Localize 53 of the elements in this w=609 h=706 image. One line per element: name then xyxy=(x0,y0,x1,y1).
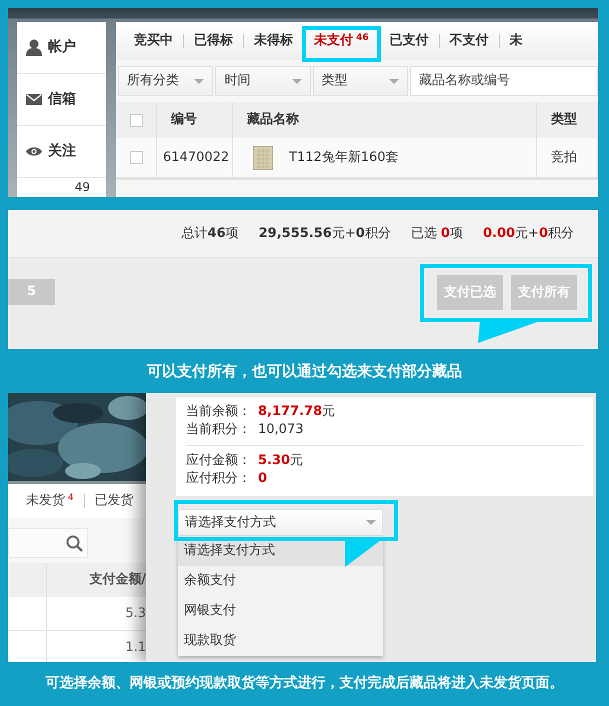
eye-icon xyxy=(26,146,42,157)
filter-select[interactable]: 类型 xyxy=(312,66,408,96)
dropdown-option[interactable]: 余额支付 xyxy=(178,566,383,596)
filter-select[interactable]: 时间 xyxy=(215,66,311,96)
caret-icon xyxy=(388,78,399,84)
field-label: 应付积分： xyxy=(186,470,252,488)
search-field[interactable]: 藏品名称或编号 xyxy=(410,66,598,96)
tab[interactable]: 未 xyxy=(500,29,533,53)
field-label: 当前余额： xyxy=(186,403,252,421)
mail-icon xyxy=(26,94,42,105)
caret-icon xyxy=(194,78,204,84)
table-cell-text: 5.3 xyxy=(125,604,146,623)
dropdown-option[interactable]: 现款取货 xyxy=(178,626,383,656)
count-label: 49 xyxy=(74,179,90,196)
checkbox[interactable] xyxy=(130,114,143,126)
search-icon xyxy=(66,534,83,552)
summary-text: 总计46项 xyxy=(182,224,239,243)
field-value: 8,177.78元 xyxy=(258,403,336,421)
caret-icon xyxy=(292,78,302,84)
search-field[interactable] xyxy=(8,528,88,558)
tab[interactable]: 未支付 $^{46}$ xyxy=(304,29,379,53)
table-cell-text: 1.1 xyxy=(125,638,146,657)
sidebar-item[interactable]: 信箱 xyxy=(48,89,76,110)
filter-select[interactable]: 所有分类 xyxy=(118,66,214,96)
sidebar-item[interactable]: 关注 xyxy=(48,141,76,162)
field-value: 5.30元 xyxy=(258,452,304,470)
table-cell-text: T112兔年新160套 xyxy=(289,148,399,167)
checkbox[interactable] xyxy=(130,151,143,164)
tab[interactable]: 未得标 xyxy=(244,29,303,53)
tab[interactable]: 已得标 xyxy=(184,29,243,53)
tab[interactable]: 已发货 xyxy=(84,489,144,513)
column-header: 支付金额/ xyxy=(89,570,146,590)
tab[interactable]: 已支付 xyxy=(380,29,439,53)
field-label: 当前积分： xyxy=(186,421,252,439)
caption-text: 可以支付所有，也可以通过勾选来支付部分藏品 xyxy=(147,360,462,382)
summary-text: 0.00元+0积分 xyxy=(482,224,574,243)
summary-text: 29,555.56元+0积分 xyxy=(258,224,391,243)
table-cell: 61470022 xyxy=(157,138,233,177)
tab[interactable]: 竞买中 xyxy=(124,29,183,53)
payment-select[interactable]: 请选择支付方式 xyxy=(178,509,383,536)
caption-text: 可选择余额、网银或预约现款取货等方式进行，支付完成后藏品将进入未发货页面。 xyxy=(46,674,564,693)
field-value: 0 xyxy=(258,470,268,488)
callout-pointer xyxy=(345,540,381,567)
field-label: 应付金额： xyxy=(186,452,252,470)
field-value: 10,073 xyxy=(258,421,304,439)
tab[interactable]: 未发货 $^{4}$ xyxy=(16,489,84,513)
person-icon xyxy=(26,39,42,56)
caret-icon xyxy=(366,520,376,525)
sidebar-item[interactable]: 帐户 xyxy=(48,37,76,58)
summary-text: 已选 0项 xyxy=(410,224,463,243)
table-cell: 竞拍 xyxy=(537,138,598,177)
dropdown-option[interactable]: 网银支付 xyxy=(178,596,383,626)
tab[interactable]: 不支付 xyxy=(440,29,499,53)
